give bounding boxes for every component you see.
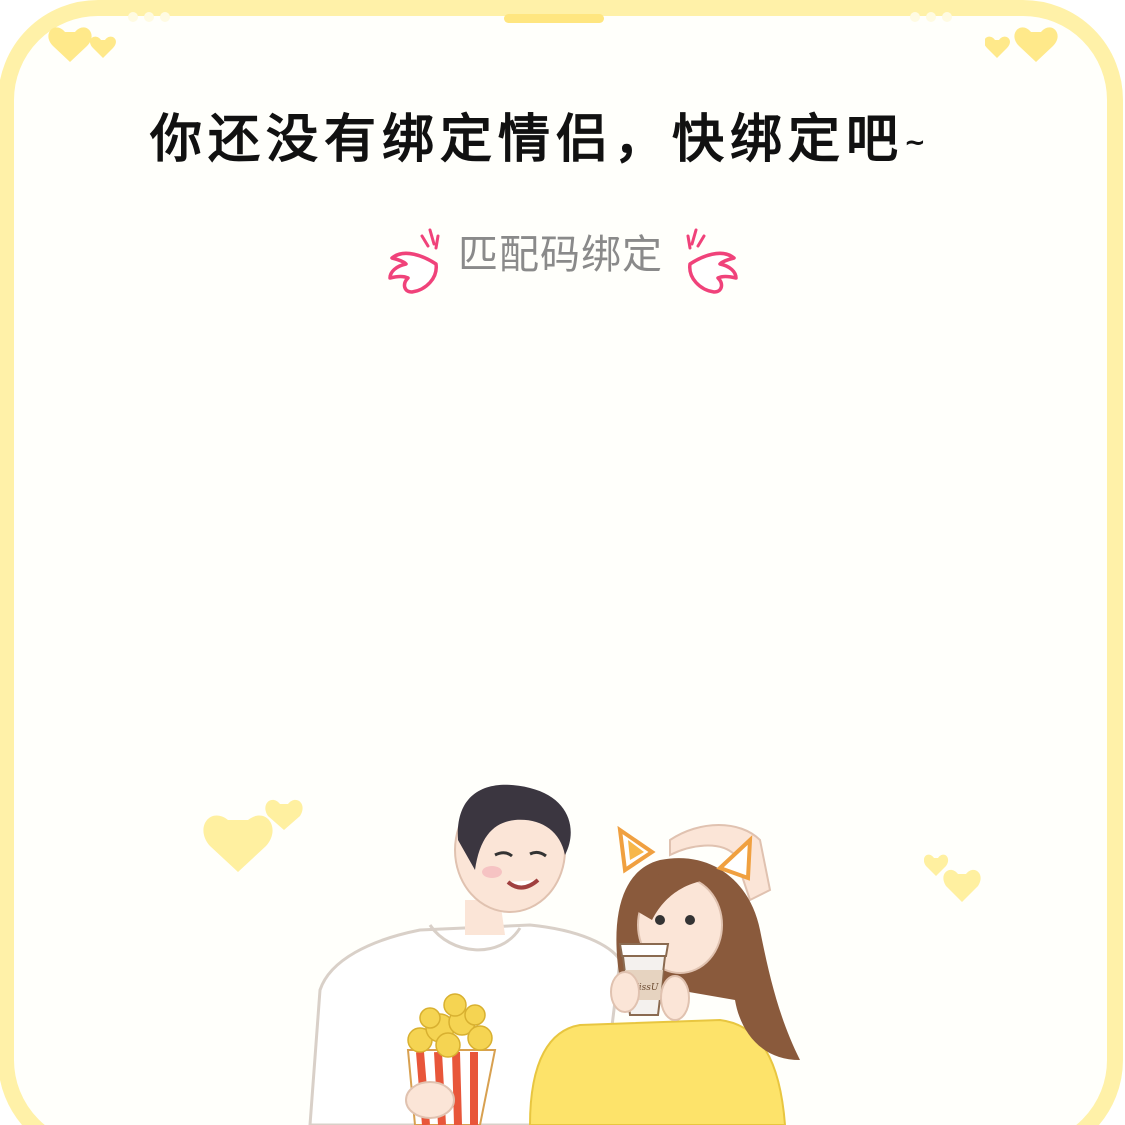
frame-dots-left (128, 12, 170, 22)
page-title: 你还没有绑定情侣，快绑定吧~ (150, 100, 1050, 180)
heart-icon (924, 854, 981, 902)
bind-button-label: 匹配码绑定 (458, 232, 663, 278)
headline-text: 你还没有绑定情侣，快绑定吧 (150, 110, 905, 170)
couple-illustration: KissU (308, 784, 800, 1125)
corner-heart-icon (985, 27, 1058, 62)
page-frame: 你还没有绑定情侣，快绑定吧~ 匹配码绑定 KissU (0, 0, 1125, 1125)
wing-icon (388, 228, 440, 294)
corner-heart-icon (48, 27, 116, 62)
match-code-bind-button[interactable]: 匹配码绑定 (384, 212, 744, 302)
frame-dots-right (910, 12, 952, 22)
wing-icon (686, 228, 738, 294)
top-handle (504, 14, 604, 23)
headline-tilde: ~ (904, 128, 926, 158)
